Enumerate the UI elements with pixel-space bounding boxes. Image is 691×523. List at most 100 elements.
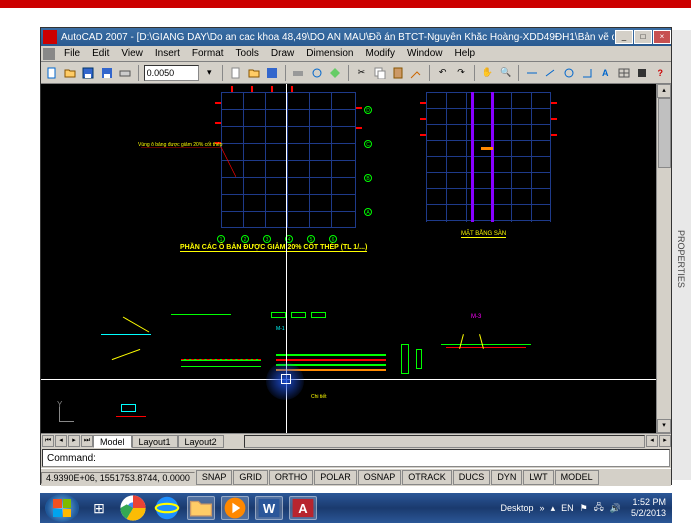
status-osnap[interactable]: OSNAP bbox=[358, 470, 402, 485]
menu-modify[interactable]: Modify bbox=[360, 48, 401, 59]
tab-layout1[interactable]: Layout1 bbox=[132, 435, 178, 448]
status-lwt[interactable]: LWT bbox=[523, 470, 553, 485]
status-model[interactable]: MODEL bbox=[555, 470, 599, 485]
drawing-title: PHẦN CÁC Ô BẢN ĐƯỢC GIẢM 20% CỐT THÉP (T… bbox=[180, 244, 367, 252]
tab-layout2[interactable]: Layout2 bbox=[178, 435, 224, 448]
sheet-icon[interactable] bbox=[228, 65, 243, 81]
detail-drawings: M-1 M-3 Chi tiết bbox=[101, 304, 641, 433]
grid-bubble: D bbox=[364, 106, 372, 114]
preview-icon[interactable] bbox=[309, 65, 324, 81]
print-icon[interactable] bbox=[291, 65, 306, 81]
scroll-right-icon[interactable]: ▸ bbox=[659, 435, 671, 447]
scroll-thumb[interactable] bbox=[658, 98, 671, 168]
grid-bubble: 6 bbox=[329, 235, 337, 243]
status-otrack[interactable]: OTRACK bbox=[402, 470, 452, 485]
network-icon[interactable]: 🖧 bbox=[594, 500, 604, 516]
word-icon[interactable]: W bbox=[255, 496, 283, 520]
maximize-button[interactable]: □ bbox=[634, 30, 652, 44]
autocad-taskbar-icon[interactable]: A bbox=[289, 496, 317, 520]
tab-model[interactable]: Model bbox=[93, 435, 132, 448]
autocad-icon bbox=[43, 30, 57, 44]
menu-dimension[interactable]: Dimension bbox=[300, 48, 359, 59]
scroll-up-icon[interactable]: ▴ bbox=[657, 84, 671, 98]
close-button[interactable]: × bbox=[653, 30, 671, 44]
clock[interactable]: 1:52 PM 5/2/2013 bbox=[631, 497, 666, 519]
dropdown-icon[interactable]: ▾ bbox=[202, 65, 217, 81]
tab-last-icon[interactable]: ⏭ bbox=[81, 435, 93, 447]
save-icon[interactable] bbox=[81, 65, 96, 81]
dim-radius-icon[interactable] bbox=[561, 65, 576, 81]
tray-chevron-icon[interactable]: ▴ bbox=[551, 503, 556, 514]
menu-view[interactable]: View bbox=[115, 48, 149, 59]
taskview-icon[interactable]: ⊞ bbox=[85, 496, 113, 520]
scroll-left-icon[interactable]: ◂ bbox=[646, 435, 658, 447]
status-snap[interactable]: SNAP bbox=[196, 470, 233, 485]
menu-file[interactable]: File bbox=[58, 48, 86, 59]
properties-label: PROPERTIES bbox=[676, 230, 686, 288]
status-dyn[interactable]: DYN bbox=[491, 470, 522, 485]
status-grid[interactable]: GRID bbox=[233, 470, 268, 485]
undo-icon[interactable]: ↶ bbox=[435, 65, 450, 81]
vertical-scrollbar[interactable]: ▴ ▾ bbox=[656, 84, 671, 433]
menu-window[interactable]: Window bbox=[401, 48, 449, 59]
status-ortho[interactable]: ORTHO bbox=[269, 470, 313, 485]
cut-icon[interactable]: ✂ bbox=[354, 65, 369, 81]
copy-icon[interactable] bbox=[372, 65, 387, 81]
redo-icon[interactable]: ↷ bbox=[453, 65, 468, 81]
table-icon[interactable] bbox=[616, 65, 631, 81]
ie-icon[interactable] bbox=[153, 496, 181, 520]
standard-toolbar: ▾ ✂ ↶ ↷ ✋ 🔍 A ? bbox=[41, 62, 671, 84]
save2-icon[interactable] bbox=[265, 65, 280, 81]
plan2-caption: MẶT BẰNG SÀN bbox=[461, 231, 506, 238]
start-button[interactable] bbox=[45, 494, 79, 522]
dim-aligned-icon[interactable] bbox=[543, 65, 558, 81]
paste-icon[interactable] bbox=[390, 65, 405, 81]
grid-bubble: C bbox=[364, 140, 372, 148]
props-icon[interactable] bbox=[634, 65, 649, 81]
zoom-icon[interactable]: 🔍 bbox=[498, 65, 513, 81]
ltscale-combo[interactable] bbox=[144, 65, 199, 81]
new-icon[interactable] bbox=[44, 65, 59, 81]
media-icon[interactable] bbox=[221, 496, 249, 520]
title-bar[interactable]: AutoCAD 2007 - [D:\GIANG DAY\Do an cac k… bbox=[41, 28, 671, 46]
status-ducs[interactable]: DUCS bbox=[453, 470, 491, 485]
menu-format[interactable]: Format bbox=[186, 48, 230, 59]
tab-first-icon[interactable]: ⏮ bbox=[42, 435, 54, 447]
menu-tools[interactable]: Tools bbox=[230, 48, 265, 59]
menu-help[interactable]: Help bbox=[449, 48, 482, 59]
status-polar[interactable]: POLAR bbox=[314, 470, 357, 485]
command-prompt: Command: bbox=[47, 453, 96, 464]
folder-icon[interactable] bbox=[246, 65, 261, 81]
desktop-toolbar[interactable]: Desktop bbox=[501, 503, 534, 513]
horizontal-scrollbar[interactable] bbox=[244, 435, 645, 448]
chrome-icon[interactable] bbox=[119, 496, 147, 520]
floor-plan-1: D C B A 1 2 3 4 5 6 bbox=[221, 92, 356, 227]
scroll-down-icon[interactable]: ▾ bbox=[657, 419, 671, 433]
minimize-button[interactable]: _ bbox=[615, 30, 633, 44]
pan-icon[interactable]: ✋ bbox=[480, 65, 495, 81]
saveas-icon[interactable] bbox=[99, 65, 114, 81]
menu-edit[interactable]: Edit bbox=[86, 48, 115, 59]
flag-icon[interactable]: ⚑ bbox=[580, 503, 588, 514]
drawing-area[interactable]: D C B A 1 2 3 4 5 6 Vùng ô bảng được giả… bbox=[41, 84, 671, 433]
separator bbox=[429, 65, 430, 81]
publish-icon[interactable] bbox=[327, 65, 342, 81]
language-indicator[interactable]: EN bbox=[561, 503, 574, 513]
menu-draw[interactable]: Draw bbox=[265, 48, 300, 59]
match-icon[interactable] bbox=[409, 65, 424, 81]
doc-control-icon[interactable] bbox=[43, 48, 55, 60]
open-icon[interactable] bbox=[62, 65, 77, 81]
text-icon[interactable]: A bbox=[598, 65, 613, 81]
tab-next-icon[interactable]: ▸ bbox=[68, 435, 80, 447]
tab-prev-icon[interactable]: ◂ bbox=[55, 435, 67, 447]
menu-insert[interactable]: Insert bbox=[149, 48, 186, 59]
desktop-chevron-icon[interactable]: » bbox=[540, 503, 545, 513]
help-icon[interactable]: ? bbox=[653, 65, 668, 81]
explorer-icon[interactable] bbox=[187, 496, 215, 520]
dim-angle-icon[interactable] bbox=[579, 65, 594, 81]
volume-icon[interactable]: 🔊 bbox=[610, 503, 621, 514]
command-line[interactable]: Command: bbox=[42, 449, 670, 467]
properties-palette[interactable]: PROPERTIES bbox=[671, 30, 691, 480]
plot-icon[interactable] bbox=[117, 65, 132, 81]
dim-linear-icon[interactable] bbox=[524, 65, 539, 81]
